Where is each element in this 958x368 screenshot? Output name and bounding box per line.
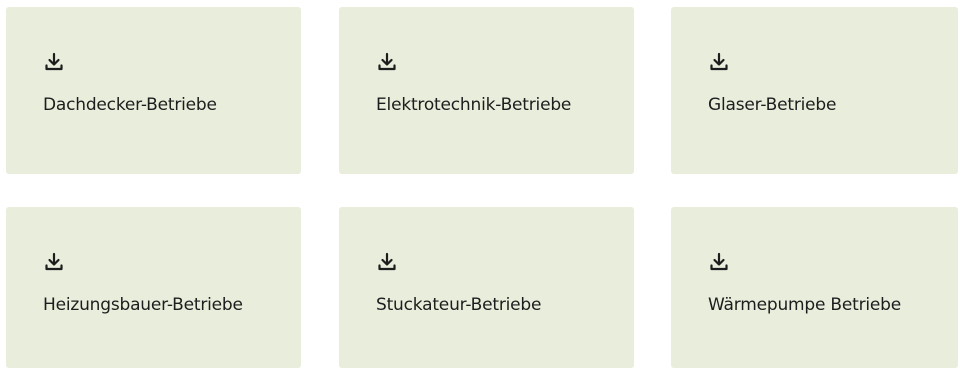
card-label: Heizungsbauer-Betriebe bbox=[43, 295, 243, 315]
download-card-elektrotechnik[interactable]: Elektrotechnik-Betriebe bbox=[339, 7, 634, 174]
card-label: Elektrotechnik-Betriebe bbox=[376, 95, 572, 115]
download-card-glaser[interactable]: Glaser-Betriebe bbox=[671, 7, 958, 174]
download-card-stuckateur[interactable]: Stuckateur-Betriebe bbox=[339, 207, 634, 368]
download-card-dachdecker[interactable]: Dachdecker-Betriebe bbox=[6, 7, 301, 174]
download-icon bbox=[44, 52, 64, 72]
download-card-grid: Dachdecker-Betriebe Elektrotechnik-Betri… bbox=[0, 0, 958, 368]
card-label: Glaser-Betriebe bbox=[708, 95, 837, 115]
download-icon bbox=[377, 252, 397, 272]
card-label: Wärmepumpe Betriebe bbox=[708, 295, 902, 315]
download-icon bbox=[44, 252, 64, 272]
download-card-heizungsbauer[interactable]: Heizungsbauer-Betriebe bbox=[6, 207, 301, 368]
card-label: Stuckateur-Betriebe bbox=[376, 295, 542, 315]
download-card-waermepumpe[interactable]: Wärmepumpe Betriebe bbox=[671, 207, 958, 368]
download-icon bbox=[709, 52, 729, 72]
card-label: Dachdecker-Betriebe bbox=[43, 95, 217, 115]
download-icon bbox=[709, 252, 729, 272]
download-icon bbox=[377, 52, 397, 72]
